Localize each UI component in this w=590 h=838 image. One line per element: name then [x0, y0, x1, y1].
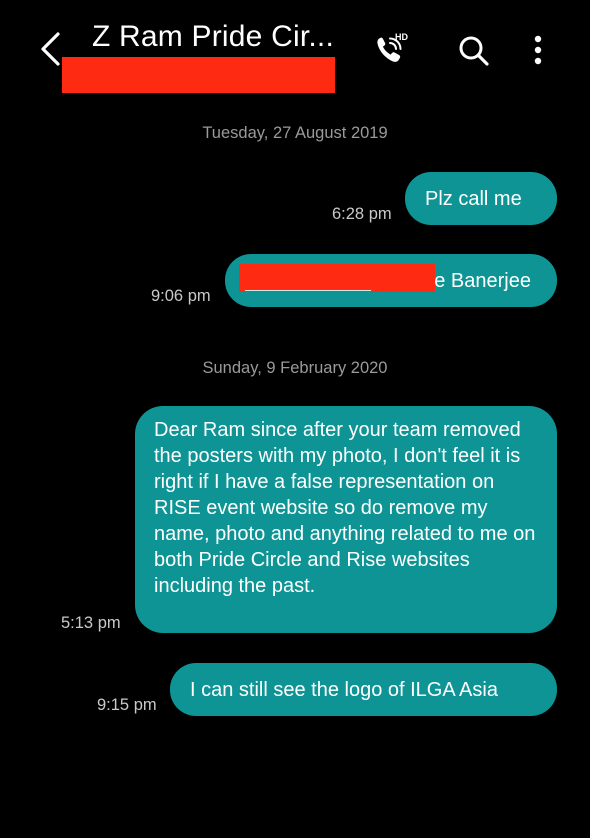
link-underline — [245, 290, 371, 291]
more-options-button[interactable] — [526, 33, 550, 69]
redacted-subtitle — [62, 57, 335, 93]
message-timestamp: 5:13 pm — [61, 614, 121, 632]
redacted-text-block — [239, 264, 435, 292]
message-text: Dear Ram since after your team removed t… — [154, 419, 536, 597]
message-text: I can still see the logo of ILGA Asia — [190, 679, 498, 701]
message-text: Plz call me — [425, 188, 522, 210]
message-bubble-sent[interactable]: Plz call me — [405, 172, 557, 225]
search-icon — [459, 36, 489, 66]
search-button[interactable] — [456, 33, 492, 69]
message-bubble-sent[interactable]: I can still see the logo of ILGA Asia — [170, 663, 557, 716]
hd-badge: HD — [395, 32, 408, 42]
message-bubble-sent[interactable]: e Banerjee — [225, 254, 557, 307]
date-separator: Tuesday, 27 August 2019 — [202, 124, 388, 142]
message-timestamp: 9:06 pm — [151, 287, 211, 305]
date-separator: Sunday, 9 February 2020 — [202, 359, 388, 377]
more-vertical-icon — [534, 35, 542, 65]
message-bubble-sent[interactable]: Dear Ram since after your team removed t… — [135, 406, 557, 633]
chat-header: Z Ram Pride Cir... HD — [0, 0, 590, 105]
message-timestamp: 6:28 pm — [332, 205, 392, 223]
contact-name[interactable]: Z Ram Pride Cir... — [92, 20, 334, 54]
phone-hd-icon: HD — [377, 32, 408, 62]
hd-call-button[interactable]: HD — [372, 30, 416, 70]
message-timestamp: 9:15 pm — [97, 696, 157, 714]
